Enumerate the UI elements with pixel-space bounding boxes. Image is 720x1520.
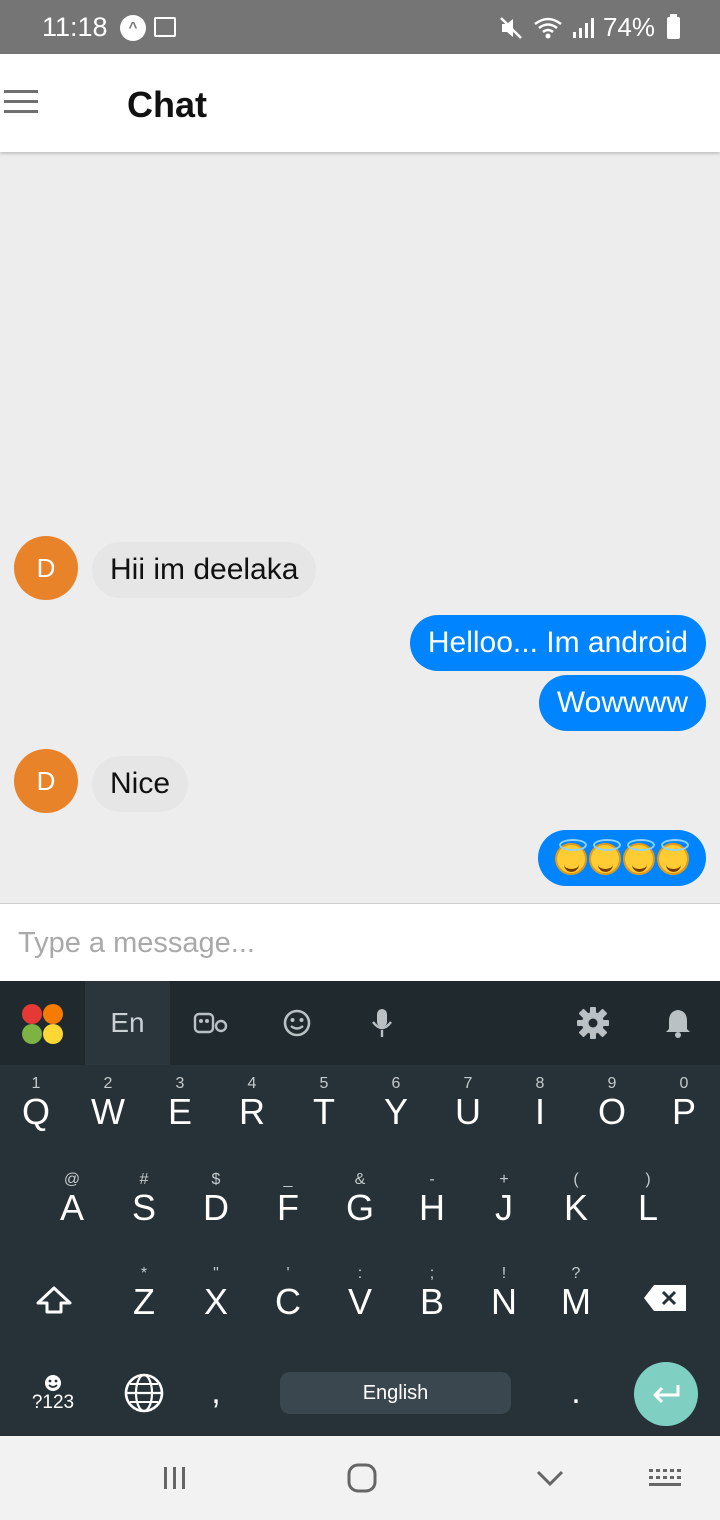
emoji-icon[interactable] [272,981,322,1065]
key-a[interactable]: @ A [36,1171,108,1231]
system-nav-bar [0,1436,720,1520]
key-d[interactable]: $ D [180,1171,252,1231]
smiling-face-with-halo-icon [623,839,655,876]
sticker-icon[interactable] [185,981,237,1065]
incoming-message[interactable]: Hii im deelaka [92,542,317,598]
backspace-key[interactable] [628,1277,704,1321]
key-f[interactable]: _ F [252,1171,324,1231]
key-e[interactable]: 3E [144,1075,216,1135]
key-m[interactable]: ? M [540,1265,612,1325]
globe-key[interactable] [118,1369,170,1421]
shift-icon [36,1286,72,1314]
language-tab[interactable]: En [85,981,170,1065]
keyboard-toolbar: En [0,981,720,1065]
key-t[interactable]: 5T [288,1075,360,1135]
symbols-key[interactable]: ?123 [20,1370,86,1420]
status-indicators: 74% [499,12,680,43]
period-key[interactable]: . [556,1373,596,1423]
key-b[interactable]: ; B [396,1265,468,1325]
key-s[interactable]: # S [108,1171,180,1231]
microphone-icon[interactable] [362,981,402,1065]
smiling-face-with-halo-icon [657,839,689,876]
key-j[interactable]: + J [468,1171,540,1231]
chat-area[interactable]: D Hii im deelaka Helloo... Im android Wo… [0,152,720,903]
emoji-small-icon [45,1375,61,1391]
key-g[interactable]: & G [324,1171,396,1231]
signal-icon [572,17,594,38]
avatar[interactable]: D [14,749,78,813]
keyboard-hide-icon[interactable] [645,1460,685,1496]
key-w[interactable]: 2W [72,1075,144,1135]
home-icon[interactable] [342,1460,382,1496]
hamburger-menu-icon[interactable] [4,90,38,116]
enter-key[interactable] [634,1362,698,1426]
recent-apps-icon[interactable] [155,1460,195,1496]
message-input[interactable] [0,904,720,982]
key-p[interactable]: 0P [648,1075,720,1135]
status-bar: 11:18 ^ 74% [0,0,720,54]
comma-key[interactable]: , [196,1373,236,1423]
key-l[interactable]: ) L [612,1171,684,1231]
avatar[interactable]: D [14,536,78,600]
keyboard-logo-icon[interactable] [22,1004,64,1044]
page-title: Chat [127,84,207,125]
status-time: 11:18 [42,12,108,42]
key-h[interactable]: -H [396,1171,468,1231]
message-composer [0,903,720,982]
settings-icon[interactable] [572,981,614,1065]
key-q[interactable]: 1Q [0,1075,72,1135]
back-icon[interactable] [530,1460,570,1496]
backspace-icon [644,1285,686,1311]
mute-icon [500,16,522,39]
outgoing-emoji-message[interactable] [538,830,706,886]
key-o[interactable]: 9O [576,1075,648,1135]
notification-bell-icon[interactable] [658,981,698,1065]
shift-key[interactable] [14,1271,94,1327]
app-notification-icon: ^ [120,15,146,41]
key-i[interactable]: 8I [504,1075,576,1135]
smiling-face-with-halo-icon [555,839,587,876]
gallery-icon [154,17,176,37]
battery-icon [667,13,680,39]
key-y[interactable]: 6Y [360,1075,432,1135]
app-header: Chat [0,54,720,152]
key-c[interactable]: ' C [252,1265,324,1325]
wifi-icon [534,17,562,38]
outgoing-message[interactable]: Wowwww [538,675,706,731]
key-x[interactable]: " X [180,1265,252,1325]
smiling-face-with-halo-icon [589,839,621,876]
battery-percent: 74% [602,12,655,42]
key-k[interactable]: (K [540,1171,612,1231]
key-v[interactable]: :V [324,1265,396,1325]
key-z[interactable]: * Z [108,1265,180,1325]
key-u[interactable]: 7U [432,1075,504,1135]
space-key[interactable]: English [280,1372,511,1414]
incoming-message[interactable]: Nice [92,756,189,812]
enter-icon [653,1385,680,1404]
keyboard: En 1 Q 2 W 3 E 4 R 5 T 6 Y 7 U 8 I 9 O 0… [0,981,720,1436]
key-n[interactable]: ! N [468,1265,540,1325]
outgoing-message[interactable]: Helloo... Im android [409,615,706,671]
globe-icon [124,1373,164,1413]
key-r[interactable]: 4R [216,1075,288,1135]
